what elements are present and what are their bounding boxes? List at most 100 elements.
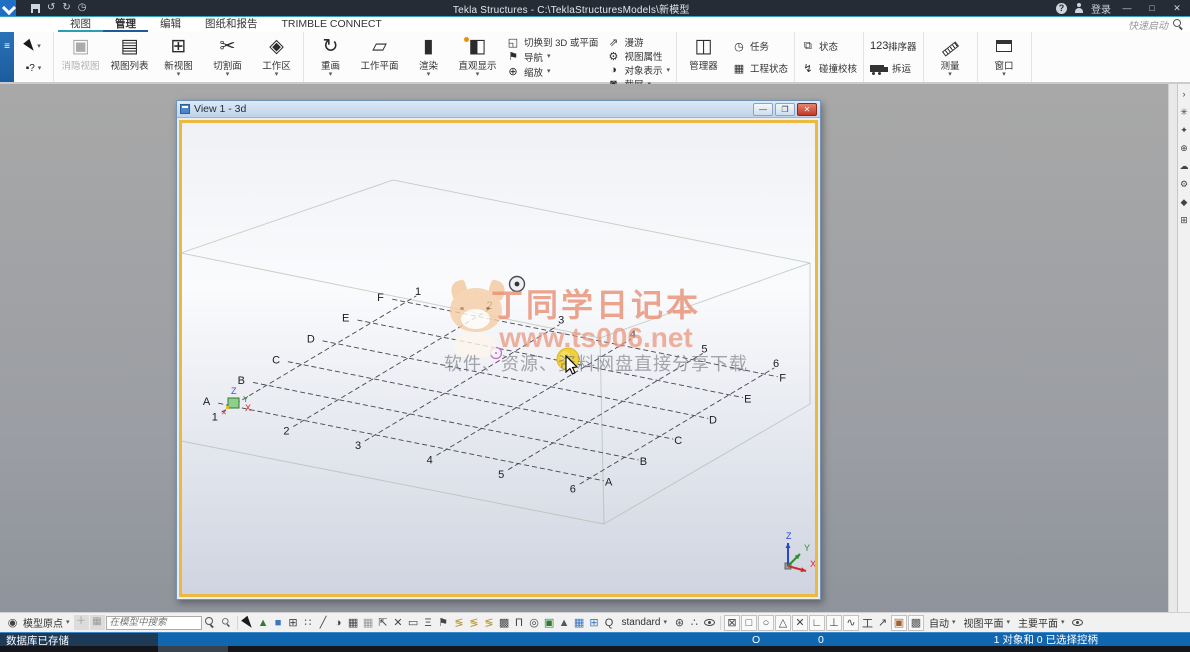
work-plane-select-dropdown[interactable]: 主要平面▾ — [1014, 615, 1069, 630]
select-tri-button[interactable]: ▲ — [557, 615, 572, 631]
tab-4[interactable]: TRIMBLE CONNECT — [270, 17, 394, 32]
snap-eye-button[interactable] — [702, 615, 717, 631]
search-options-button[interactable] — [219, 615, 234, 631]
select-welds-button[interactable]: ⇱ — [376, 615, 391, 631]
quick-launch[interactable]: 快速启动 — [1128, 17, 1184, 32]
select-flags-button[interactable]: ⚑ — [436, 615, 451, 631]
snap-grid-button[interactable]: ▩ — [497, 615, 512, 631]
ribbon-manager-button[interactable]: ◫管理器 — [679, 33, 728, 81]
view-minimize-button[interactable]: — — [753, 103, 773, 116]
ribbon-view-list-button[interactable]: ▤视图列表 — [105, 33, 154, 81]
ribbon-work-plane-button[interactable]: ▱工作平面 — [355, 33, 404, 81]
ribbon-clip-plane-button[interactable]: ✂切割面▾ — [203, 33, 252, 81]
snap-points-a-button[interactable]: ≶ — [452, 615, 467, 631]
tab-3[interactable]: 图纸和报告 — [193, 17, 270, 32]
ribbon-object-representation-button[interactable]: ◑对象表示▾ — [606, 63, 670, 77]
lasso-button[interactable]: Q — [602, 615, 617, 631]
tab-2[interactable]: 编辑 — [148, 17, 193, 32]
redo-icon[interactable]: ↻ — [62, 0, 70, 16]
canvas-scroll-strip[interactable] — [1168, 84, 1177, 612]
undo-icon[interactable]: ↺ — [47, 0, 55, 16]
selection-filter-dropdown[interactable]: standard ▾ — [618, 617, 671, 628]
ribbon-sequencer-button[interactable]: 123...排序器 — [870, 39, 917, 53]
model-origin-dropdown[interactable]: ◉ 模型原点 ▾ — [2, 615, 73, 631]
view-window[interactable]: View 1 - 3d — ❐ ✕ AABBCCDDEEFF1122334455… — [176, 100, 821, 600]
sidepane-model-sharing-cloud-icon[interactable]: ☁ — [1180, 161, 1189, 171]
ribbon-view-properties-button[interactable]: ⚙视图属性 — [606, 49, 670, 63]
tab-0[interactable]: 视图 — [58, 17, 103, 32]
quick-launch-input[interactable]: 快速启动 — [1128, 17, 1168, 32]
grid-button[interactable]: ▦ — [90, 615, 105, 630]
ribbon-clash-check-button[interactable]: ↯碰撞校核 — [801, 61, 857, 75]
maximize-button[interactable]: □ — [1143, 3, 1161, 13]
snap-geometry-button[interactable]: □ — [741, 615, 757, 631]
user-icon[interactable] — [1074, 3, 1084, 14]
viewport-3d[interactable]: AABBCCDDEEFF112233445566ZYX✕ZYX 丁同学日记本 w… — [179, 120, 818, 597]
snap-angle-button[interactable]: ∟ — [809, 615, 825, 631]
xsnap-toggle-button[interactable]: ▩ — [908, 615, 924, 631]
snap-points-b-button[interactable]: ≶ — [467, 615, 482, 631]
select-blue-grid-button[interactable]: ▦ — [572, 615, 587, 631]
view-close-button[interactable]: ✕ — [797, 103, 817, 116]
snap-curve-button[interactable]: ∿ — [843, 615, 859, 631]
ribbon-fly-button[interactable]: ⇗漫游 — [606, 35, 670, 49]
sidepane-settings-gear-icon[interactable]: ⚙ — [1180, 179, 1188, 189]
select-grid-button[interactable]: ▦ — [346, 615, 361, 631]
select-all-button[interactable] — [241, 615, 256, 631]
select-parts-button[interactable]: ╱ — [316, 615, 331, 631]
snap-override-button[interactable]: ⊛ — [672, 615, 687, 631]
sidepane-warehouse-icon[interactable]: ◆ — [1181, 197, 1188, 207]
add-point-button[interactable]: ＋ — [74, 615, 89, 630]
snap-depth-dropdown[interactable]: 自动▾ — [925, 615, 960, 630]
ortho-toggle-button[interactable]: ▣ — [891, 615, 907, 631]
sidepane-campus-icon[interactable]: ✦ — [1180, 125, 1188, 135]
snap-intersection-button[interactable]: ✕ — [792, 615, 808, 631]
view-window-titlebar[interactable]: View 1 - 3d — ❐ ✕ — [177, 101, 820, 118]
menu-rail-button[interactable]: ≡ — [0, 32, 14, 82]
ribbon-redraw-button[interactable]: ↻重画▾ — [306, 33, 355, 81]
ribbon-navigate-button[interactable]: ⚑导航▾ — [506, 50, 598, 64]
select-surfaces-button[interactable]: ◑ — [331, 615, 346, 631]
select-assemblies-button[interactable]: ⊞ — [286, 615, 301, 631]
snap-plane-dropdown[interactable]: 视图平面▾ — [959, 615, 1014, 630]
select-bars-button[interactable]: Ξ — [421, 615, 436, 631]
ribbon-work-area-button[interactable]: ◈工作区▾ — [252, 33, 301, 81]
ribbon-window-button[interactable]: 窗口▾ — [980, 33, 1029, 81]
tab-1[interactable]: 管理 — [103, 17, 148, 32]
sidepane-components-icon[interactable]: ✳ — [1180, 107, 1188, 117]
ribbon-new-view-button[interactable]: ⊞新视图▾ — [154, 33, 203, 81]
select-objects-button[interactable]: ■ — [271, 615, 286, 631]
ribbon-visualize-button[interactable]: ◧直观显示▾ — [453, 33, 502, 81]
ribbon-lotting-button[interactable]: 拆运 — [870, 61, 917, 75]
history-icon[interactable]: ◷ — [78, 0, 87, 16]
ribbon-measure-button[interactable]: 测量▾ — [926, 33, 975, 81]
save-icon[interactable] — [31, 4, 40, 13]
model-search-input[interactable] — [106, 616, 202, 630]
select-cuts-button[interactable]: ✕ — [391, 615, 406, 631]
ribbon-tasks-button[interactable]: ◷任务 — [732, 39, 788, 53]
snap-nearest-button[interactable]: △ — [775, 615, 791, 631]
snap-free-button[interactable]: ↗ — [875, 615, 890, 631]
close-button[interactable]: ✕ — [1168, 3, 1186, 14]
select-points-button[interactable]: ∷ — [301, 615, 316, 631]
snap-circle-pt-button[interactable]: ○ — [758, 615, 774, 631]
select-grid-line-button[interactable]: ▦ — [361, 615, 376, 631]
select-views-button[interactable]: ▭ — [406, 615, 421, 631]
snap-perpendicular-button[interactable]: ⊥ — [826, 615, 842, 631]
search-icon[interactable] — [1173, 19, 1184, 30]
ribbon-zoom-button[interactable]: ⊕缩放▾ — [506, 65, 598, 79]
snap-cursor-button[interactable]: ∴ — [687, 615, 702, 631]
ribbon-project-status-button[interactable]: ▦工程状态 — [732, 61, 788, 75]
select-comp-green-button[interactable]: ▣ — [542, 615, 557, 631]
sidepane-collapse-icon[interactable]: › — [1183, 89, 1186, 99]
ribbon-status-button[interactable]: ⧉状态 — [801, 39, 857, 53]
ribbon-switch-3d-plane-button[interactable]: ◱切换到 3D 或平面 — [506, 35, 598, 49]
inquiry-button[interactable]: ▪?▾ — [26, 63, 42, 74]
select-blue-plus-button[interactable]: ⊞ — [587, 615, 602, 631]
login-button[interactable]: 登录 — [1091, 1, 1111, 16]
sidepane-custom-grid-icon[interactable]: ⊞ — [1180, 215, 1188, 225]
sidepane-online-icon[interactable]: ⊕ — [1180, 143, 1188, 153]
minimize-button[interactable]: — — [1118, 3, 1136, 13]
snap-points-c-button[interactable]: ≶ — [482, 615, 497, 631]
snap-extension-button[interactable]: 工 — [860, 615, 875, 631]
